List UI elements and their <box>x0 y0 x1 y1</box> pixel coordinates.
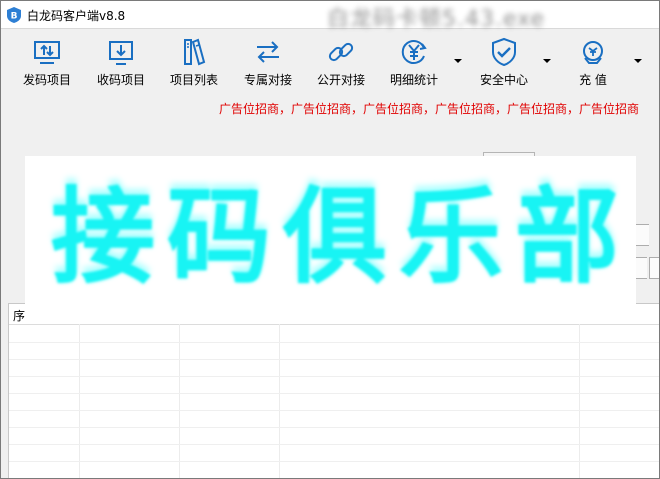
row-divider <box>9 427 659 428</box>
link-icon <box>328 42 354 62</box>
promo-overlay-text: 接码俱乐部 <box>51 176 632 298</box>
receive-code-project-label: 收码项目 <box>96 73 145 87</box>
books-icon <box>184 38 206 66</box>
toolbar: 发码项目 收码项目 项目列表 专属对接 公开对接 明细统计 安全中心 充 值 <box>1 30 659 90</box>
receive-code-project-button[interactable]: 收码项目 <box>93 36 149 88</box>
svg-text:B: B <box>11 12 18 22</box>
exclusive-docking-label: 专属对接 <box>243 73 292 87</box>
detail-statistics-dropdown-icon[interactable] <box>453 57 463 67</box>
row-divider <box>9 359 659 360</box>
detail-statistics-button[interactable]: 明细统计 <box>386 36 442 88</box>
row-divider <box>9 410 659 411</box>
project-list-label: 项目列表 <box>169 73 218 87</box>
right-side-control[interactable] <box>635 224 649 246</box>
security-center-dropdown-icon[interactable] <box>542 57 552 67</box>
security-center-button[interactable]: 安全中心 <box>474 36 534 88</box>
shield-check-icon <box>492 37 516 67</box>
app-logo-icon: B <box>7 7 21 23</box>
column-divider <box>279 304 280 478</box>
title-bar[interactable]: B 白龙码客户端v8.8 白龙码卡顿5.43.exe <box>1 1 659 32</box>
window-title: 白龙码客户端v8.8 <box>27 9 126 23</box>
send-code-project-button[interactable]: 发码项目 <box>19 36 75 88</box>
right-side-control[interactable] <box>649 257 659 279</box>
download-box-icon <box>109 41 133 65</box>
background-window-title: 白龙码卡顿5.43.exe <box>327 7 546 32</box>
app-window: B 白龙码客户端v8.8 白龙码卡顿5.43.exe 发码项目 收码项目 项目列… <box>0 0 660 479</box>
row-divider <box>9 444 659 445</box>
project-list-button[interactable]: 项目列表 <box>166 36 222 88</box>
row-divider <box>9 393 659 394</box>
recharge-icon <box>583 41 603 64</box>
send-code-project-label: 发码项目 <box>22 73 71 87</box>
column-header-seq[interactable]: 序 <box>13 307 25 324</box>
recharge-button[interactable]: 充 值 <box>567 36 619 88</box>
yuan-cycle-icon <box>401 40 427 64</box>
row-divider <box>9 376 659 377</box>
column-divider <box>79 304 80 478</box>
recharge-label: 充 值 <box>579 73 607 87</box>
column-divider <box>579 304 580 478</box>
public-docking-button[interactable]: 公开对接 <box>313 36 369 88</box>
swap-arrows-icon <box>257 41 279 63</box>
row-divider <box>9 461 659 462</box>
ad-banner-text[interactable]: 广告位招商，广告位招商，广告位招商，广告位招商，广告位招商，广告位招商 <box>219 100 639 117</box>
column-divider <box>179 304 180 478</box>
promo-overlay-banner: 接码俱乐部 <box>25 156 636 324</box>
security-center-label: 安全中心 <box>479 73 528 87</box>
upload-box-icon <box>34 41 60 64</box>
exclusive-docking-button[interactable]: 专属对接 <box>240 36 296 88</box>
recharge-dropdown-icon[interactable] <box>633 57 643 67</box>
row-divider <box>9 342 659 343</box>
public-docking-label: 公开对接 <box>316 73 365 87</box>
data-table[interactable]: 序 <box>8 303 659 478</box>
detail-statistics-label: 明细统计 <box>389 73 438 87</box>
